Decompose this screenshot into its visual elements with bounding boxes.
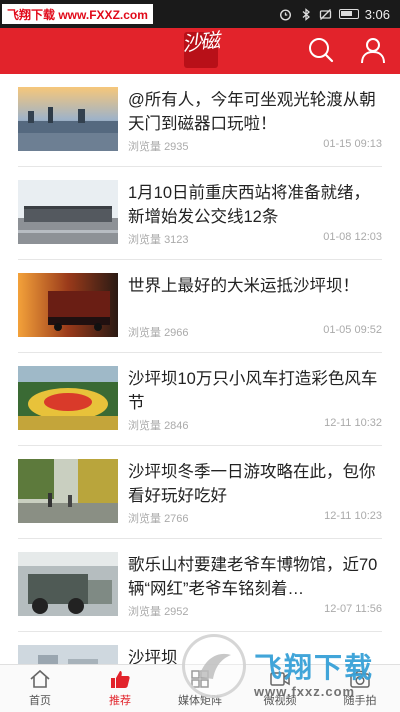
user-button[interactable] [357, 34, 389, 66]
news-date: 12-07 11:56 [324, 603, 382, 615]
nav-item-home[interactable]: 首页 [0, 665, 80, 712]
news-thumbnail [18, 180, 118, 244]
news-thumbnail [18, 459, 118, 523]
news-views: 浏览量 2766 [128, 513, 189, 525]
news-item[interactable]: 世界上最好的大米运抵沙坪坝！ 浏览量 2966 01-05 09:52 [18, 260, 382, 353]
home-icon [28, 668, 52, 690]
news-date: 01-08 12:03 [323, 231, 382, 243]
watermark-url: www.fxxz.com [254, 684, 356, 699]
news-thumbnail [18, 645, 118, 664]
watermark-logo [182, 634, 246, 698]
logo-text: 沙磁 [180, 28, 220, 56]
status-icons: 3:06 [279, 0, 390, 28]
nav-label: 首页 [29, 695, 51, 707]
news-item[interactable]: 歌乐山村要建老爷车博物馆，近70辆“网红”老爷车铭刻着… 浏览量 2952 12… [18, 539, 382, 632]
news-thumbnail [18, 273, 118, 337]
news-thumbnail [18, 552, 118, 616]
news-title: 歌乐山村要建老爷车博物馆，近70辆“网红”老爷车铭刻着… [128, 556, 378, 598]
news-date: 01-15 09:13 [323, 138, 382, 150]
thumbs-up-icon [108, 668, 132, 690]
news-title: 世界上最好的大米运抵沙坪坝！ [128, 277, 359, 295]
alarm-icon [279, 7, 293, 21]
news-item[interactable]: 沙坪坝冬季一日游攻略在此，包你看好玩好吃好 浏览量 2766 12-11 10:… [18, 446, 382, 539]
mute-icon [319, 7, 333, 21]
news-date: 12-11 10:32 [324, 417, 382, 429]
news-date: 01-05 09:52 [323, 324, 382, 336]
watermark-label: 飞翔下载 www.FXXZ.com [2, 4, 153, 24]
watermark-overlay: 飞翔下载 www.fxxz.com [182, 634, 396, 710]
status-time: 3:06 [364, 6, 390, 22]
nav-label: 推荐 [109, 695, 131, 707]
user-icon [361, 38, 385, 64]
news-views: 浏览量 3123 [128, 234, 189, 246]
news-item[interactable]: @所有人，今年可坐观光轮渡从朝天门到磁器口玩啦！ 浏览量 2935 01-15 … [18, 74, 382, 167]
app-logo[interactable]: 沙磁 [178, 28, 224, 72]
watermark-big-text: 飞翔下载 [254, 652, 375, 683]
news-title: 沙坪坝冬季一日游攻略在此，包你看好玩好吃好 [128, 463, 376, 505]
news-item[interactable]: 沙坪坝10万只小风车打造彩色风车节 浏览量 2846 12-11 10:32 [18, 353, 382, 446]
news-views: 浏览量 2935 [128, 141, 189, 153]
news-list: @所有人，今年可坐观光轮渡从朝天门到磁器口玩啦！ 浏览量 2935 01-15 … [0, 74, 400, 664]
news-title: 沙坪坝10万只小风车打造彩色风车节 [128, 370, 378, 412]
bluetooth-icon [299, 7, 313, 21]
status-bar: 飞翔下载 www.FXXZ.com 3:06 [0, 0, 400, 28]
news-views: 浏览量 2966 [128, 327, 189, 339]
nav-item-recommend[interactable]: 推荐 [80, 665, 160, 712]
search-icon [309, 38, 334, 63]
news-date: 12-11 10:23 [324, 510, 382, 522]
news-title: 1月10日前重庆西站将准备就绪，新增始发公交线12条 [128, 184, 371, 226]
news-item[interactable]: 1月10日前重庆西站将准备就绪，新增始发公交线12条 浏览量 3123 01-0… [18, 167, 382, 260]
news-views: 浏览量 2846 [128, 420, 189, 432]
battery-icon [338, 9, 359, 19]
news-thumbnail [18, 87, 118, 151]
search-button[interactable] [305, 34, 337, 66]
news-views: 浏览量 2952 [128, 606, 189, 618]
news-title: @所有人，今年可坐观光轮渡从朝天门到磁器口玩啦！ [128, 91, 376, 133]
news-thumbnail [18, 366, 118, 430]
